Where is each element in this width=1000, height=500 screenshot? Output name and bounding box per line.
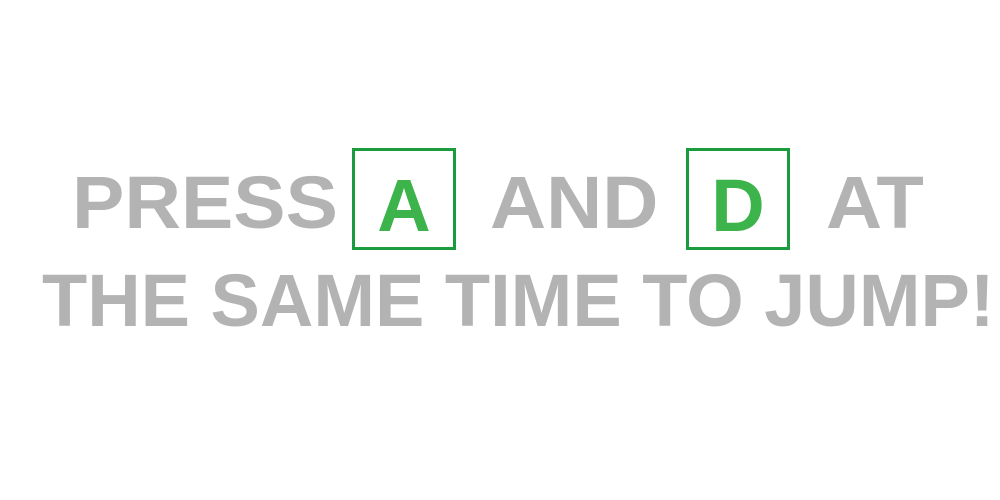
instruction-word-press: PRESS (72, 161, 338, 244)
key-d-label: D (711, 164, 765, 247)
key-a-box: A (352, 148, 456, 250)
instruction-word-and: AND (490, 161, 659, 244)
key-d-box: D (686, 148, 790, 250)
instruction-line-2: THE SAME TIME TO JUMP! (42, 259, 995, 342)
key-a-label: A (377, 164, 431, 247)
instruction-word-at: AT (826, 161, 924, 244)
tutorial-screen: PRESS A AND D AT THE SAME TIME TO JUMP! (0, 0, 1000, 500)
